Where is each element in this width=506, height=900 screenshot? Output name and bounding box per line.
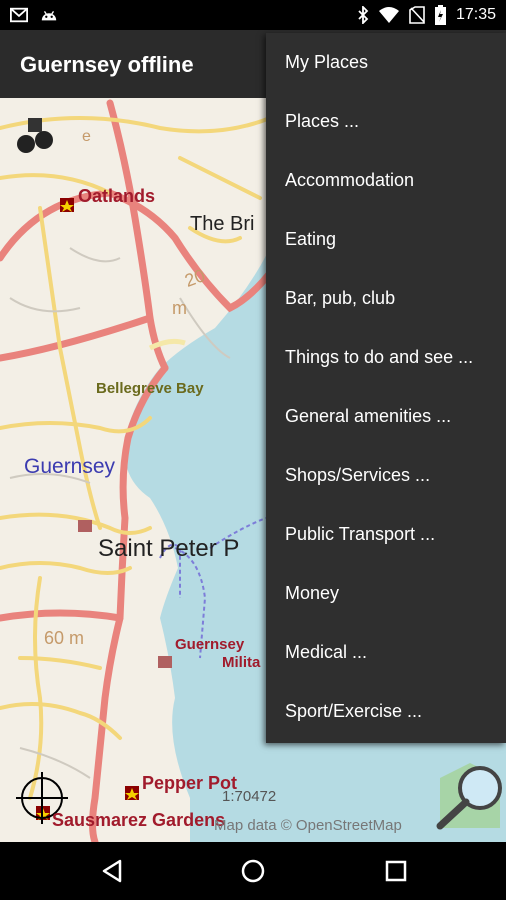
museum-icon[interactable] <box>158 656 172 668</box>
menu-item-places[interactable]: Places ... <box>266 92 506 151</box>
battery-icon <box>434 5 446 25</box>
navigation-bar <box>0 842 506 900</box>
map-scale: 1:70472 <box>222 788 277 805</box>
menu-item-eating[interactable]: Eating <box>266 210 506 269</box>
status-bar: 17:35 <box>0 0 506 30</box>
no-sim-icon <box>409 6 425 24</box>
star-marker-icon[interactable] <box>125 786 139 800</box>
recents-icon[interactable] <box>381 856 411 886</box>
clock: 17:35 <box>455 6 496 23</box>
map-label-sausmarez: Sausmarez Gardens <box>52 810 226 830</box>
map-label-saint-peter: Saint Peter P <box>98 535 240 562</box>
menu-item-medical[interactable]: Medical ... <box>266 623 506 682</box>
menu-item-my-places[interactable]: My Places <box>266 33 506 92</box>
menu-item-money[interactable]: Money <box>266 564 506 623</box>
menu-item-general-amenities[interactable]: General amenities ... <box>266 387 506 446</box>
menu-item-public-transport[interactable]: Public Transport ... <box>266 505 506 564</box>
map-label-guernsey-museum: Guernsey <box>175 636 245 653</box>
map-label-oatlands: Oatlands <box>78 186 156 206</box>
menu-item-bar-pub-club[interactable]: Bar, pub, club <box>266 269 506 328</box>
contour-label: e <box>82 128 91 145</box>
gmail-icon <box>10 7 28 23</box>
map-label-bellegreve-bay: Bellegreve Bay <box>96 380 204 397</box>
map-label-militia: Milita <box>222 654 261 671</box>
contour-label: m <box>172 298 187 318</box>
android-icon <box>41 11 57 21</box>
menu-item-shops-services[interactable]: Shops/Services ... <box>266 446 506 505</box>
star-marker-icon[interactable] <box>60 198 74 212</box>
contour-label: 60 m <box>44 628 85 648</box>
map-attribution: Map data © OpenStreetMap <box>214 817 402 834</box>
overflow-menu: My Places Places ... Accommodation Eatin… <box>266 33 506 743</box>
map-label-the-bridge: The Bri <box>190 213 255 235</box>
app-title: Guernsey offline <box>20 52 194 77</box>
menu-item-accommodation[interactable]: Accommodation <box>266 151 506 210</box>
home-icon[interactable] <box>238 856 268 886</box>
museum-icon[interactable] <box>78 520 92 532</box>
back-icon[interactable] <box>98 856 128 886</box>
map-label-guernsey: Guernsey <box>24 455 116 478</box>
wifi-icon <box>378 7 399 23</box>
bluetooth-icon <box>358 6 369 24</box>
menu-item-sport-exercise[interactable]: Sport/Exercise ... <box>266 682 506 741</box>
menu-item-things-to-do[interactable]: Things to do and see ... <box>266 328 506 387</box>
